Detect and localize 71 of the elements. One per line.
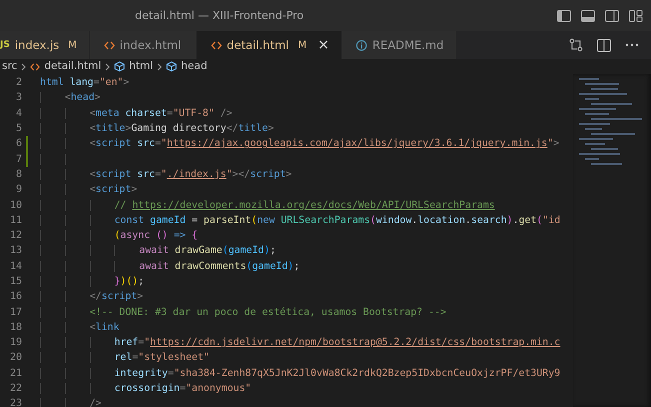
line-number: 18 [8, 322, 22, 333]
line-number: 8 [14, 168, 22, 180]
code-line: rel="stylesheet" [114, 352, 210, 364]
breadcrumb-item[interactable]: detail.html [44, 59, 102, 74]
cube-icon [114, 61, 126, 72]
line-number: 21 [8, 368, 22, 379]
code-line: (async () => { [114, 230, 198, 242]
code-line: html lang="en"> [40, 77, 130, 88]
breadcrumb-item[interactable]: head [181, 59, 208, 74]
line-number: 13 [8, 245, 22, 256]
chevron-icon [157, 62, 162, 70]
split-editor-icon[interactable] [597, 38, 611, 52]
code-brackets-icon [30, 62, 40, 70]
editor-tab[interactable]: detail.html M × [196, 31, 342, 59]
line-number: 4 [14, 108, 22, 119]
info-icon [356, 40, 368, 50]
chevron-icon [21, 62, 26, 70]
code-line: /> [90, 398, 102, 407]
line-number: 15 [8, 276, 22, 287]
code-line: <title>Gaming directory</title> [90, 123, 274, 134]
more-actions-icon[interactable] [625, 43, 639, 47]
layout-icon[interactable] [629, 10, 643, 22]
code-line: <script src="https://ajax.googleapis.com/ajax/libs/jquery/3.6.1/jquery.min.js"> [90, 138, 560, 150]
breadcrumb-item[interactable]: html [129, 59, 154, 74]
editor-tab[interactable]: README.md [342, 31, 457, 59]
code-line: <script src="./index.js"></script> [90, 168, 292, 180]
code-line: <!-- DONE: #3 dar un poco de estética, usamos Bootstrap? --> [90, 306, 446, 318]
secondary-sidebar-icon[interactable] [605, 10, 619, 22]
line-number: 10 [8, 200, 22, 211]
code-line: href="https://cdn.jsdelivr.net/npm/bootstrap@5.2.2/dist/css/bootstrap.min.c [114, 337, 560, 348]
line-number: 11 [8, 214, 22, 226]
code-line: integrity="sha384-Zenh87qX5JnK2Jl0vWa8Ck2rdkQ2Bzep5IDxbcnCeuOxjzrPF/et3URy9 [114, 368, 560, 379]
code-brackets-icon [104, 40, 115, 50]
line-number: 16 [8, 291, 22, 302]
line-number: 2 [14, 77, 22, 88]
line-number: 20 [8, 352, 22, 364]
close-tab-button[interactable]: × [318, 37, 330, 53]
code-line: </script> [90, 291, 144, 302]
code-line: await drawGame(gameId); [139, 245, 276, 256]
minimap-drawing[interactable] [573, 74, 651, 407]
git-status: M [68, 40, 77, 50]
line-number: 22 [8, 383, 22, 394]
panel-toggle-icon[interactable] [581, 10, 595, 22]
code-line: const gameId = parseInt(new URLSearchParams(window.location.search).get("id [114, 214, 560, 226]
code-line: // https://developer.mozilla.org/es/docs/Web/API/URLSearchParams [114, 200, 495, 211]
line-number: 19 [8, 337, 22, 348]
editor-tab[interactable]: index.html [90, 31, 197, 59]
code-brackets-icon [210, 40, 222, 50]
line-number: 5 [14, 123, 22, 134]
chevron-icon [105, 62, 110, 70]
line-number: 17 [8, 306, 22, 318]
code-line: <head> [64, 92, 100, 104]
line-number: 3 [14, 92, 22, 104]
line-number: 14 [8, 260, 22, 272]
code-line: <link [90, 322, 120, 333]
line-number: 7 [14, 154, 22, 165]
line-number: 6 [14, 138, 22, 150]
code-line: await drawComments(gameId); [139, 260, 300, 272]
code-line: <script> [90, 184, 138, 196]
line-number: 23 [8, 398, 22, 407]
breadcrumb-item[interactable]: src [2, 59, 18, 74]
line-number: 12 [8, 230, 22, 242]
sidebar-toggle-icon[interactable] [557, 10, 571, 22]
code-line: })(); [114, 276, 144, 287]
compare-changes-icon[interactable] [569, 38, 583, 52]
line-number: 9 [14, 184, 22, 196]
window-title: detail.html — XIII-Frontend-Pro [135, 9, 304, 22]
code-line: <meta charset="UTF-8" /> [90, 108, 232, 119]
cube-icon [166, 61, 178, 72]
code-line: crossorigin="anonymous" [114, 383, 252, 394]
git-status: M [298, 40, 307, 50]
